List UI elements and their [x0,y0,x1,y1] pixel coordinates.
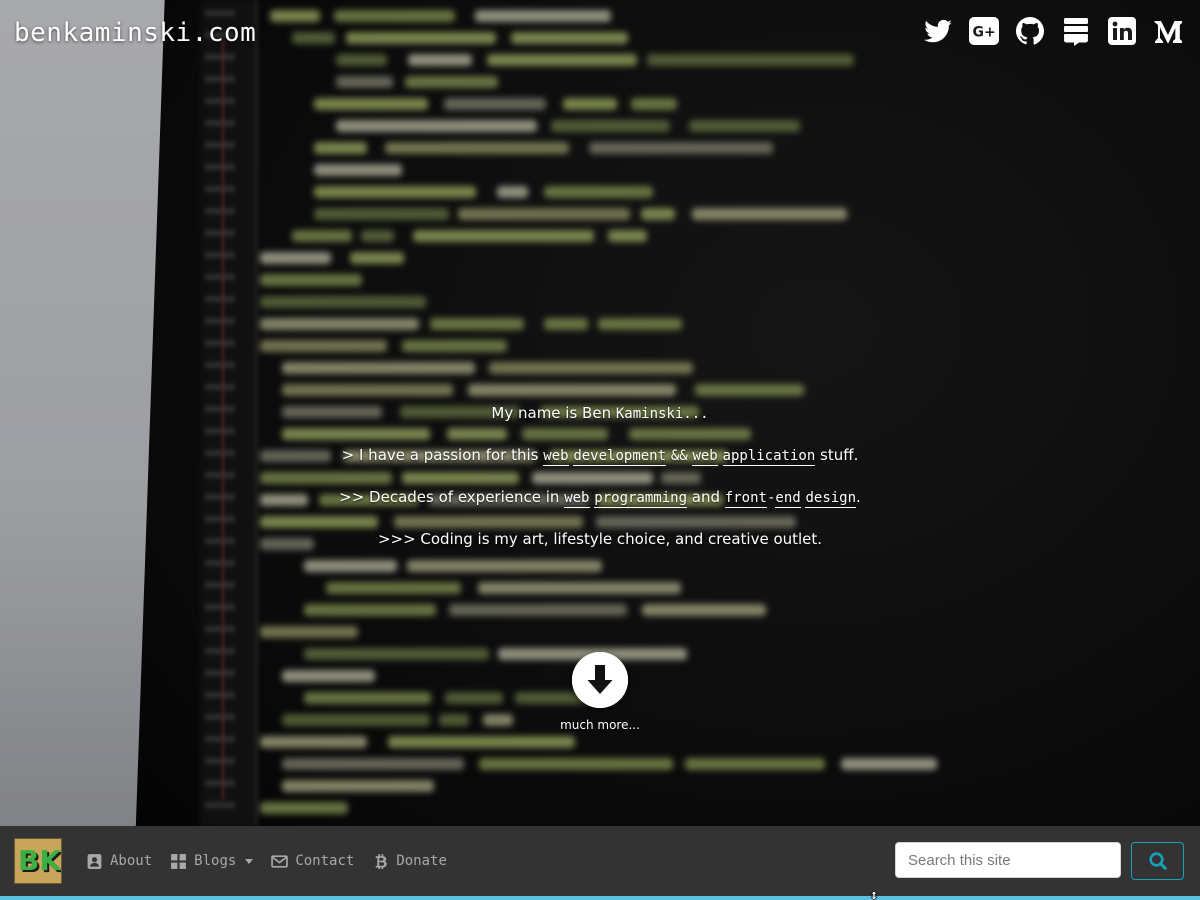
search-button[interactable] [1131,842,1184,880]
twitter-icon[interactable] [922,14,954,48]
mouse-cursor-icon [870,891,878,900]
keyword-end: end [775,490,801,508]
stack-exchange-icon[interactable] [1060,14,1092,48]
keyword-web: web [692,448,718,466]
intro-text-segment: >> Decades of experience in [339,488,560,506]
nav-donate[interactable]: Donate [372,853,447,870]
linkedin-icon[interactable] [1106,14,1138,48]
brand-logo[interactable]: BK BK [14,838,62,884]
bottom-navbar: BK BK About Blogs Contact Donate [0,826,1200,896]
search-input[interactable] [895,842,1121,878]
keyword-front: front [724,490,767,508]
nav-about-label: About [110,853,153,869]
nav-contact[interactable]: Contact [271,853,354,870]
keyword-design: design [805,490,857,508]
keyword-web: web [564,490,590,508]
intro-line-experience: >> Decades of experience in web programm… [0,488,1200,508]
intro-text-segment: stuff. [820,446,859,464]
medium-icon[interactable] [1152,14,1184,48]
chevron-down-icon [245,859,254,864]
keyword-development: development [573,448,667,466]
intro-operator: && [670,448,688,464]
envelope-icon [271,854,289,868]
nav-blogs-label: Blogs [194,853,237,869]
grid-icon [171,853,187,869]
intro-name: Kaminski... [615,406,709,422]
keyword-web: web [543,448,569,466]
intro-text-segment: > I have a passion for this [341,446,539,464]
arrow-down-circle-icon[interactable] [572,652,628,708]
google-plus-icon[interactable]: G+ [968,14,1000,48]
nav-donate-label: Donate [396,853,447,869]
page: benkaminski.com G+ My name is Ben Kamins… [0,0,1200,900]
much-more-label: much more... [560,718,640,732]
intro-line-coding: >>> Coding is my art, lifestyle choice, … [377,530,823,548]
intro-name-prefix: My name is Ben [491,404,612,422]
navbar-accent-bar [0,896,1200,900]
much-more-button[interactable]: much more... [540,652,660,732]
nav-blogs[interactable]: Blogs [170,853,254,870]
brand-text: BK [18,844,61,877]
intro-text-segment: and [691,488,721,506]
nav-contact-label: Contact [295,853,355,869]
social-links: G+ [922,14,1184,48]
nav-about[interactable]: About [86,853,152,870]
keyword-programming: programming [594,490,687,508]
intro-period: . [856,488,861,506]
intro-line-name: My name is Ben Kaminski... [0,404,1200,424]
svg-text:G+: G+ [973,25,996,41]
bitcoin-icon [376,853,388,869]
search-icon [1148,852,1167,870]
github-icon[interactable] [1014,14,1046,48]
keyword-application: application [722,448,816,466]
user-badge-icon [87,853,102,869]
intro-text: My name is Ben Kaminski... > I have a pa… [0,404,1200,571]
intro-line-passion: > I have a passion for this web developm… [0,446,1200,466]
nav-links: About Blogs Contact Donate [86,826,447,896]
site-title[interactable]: benkaminski.com [14,18,256,48]
